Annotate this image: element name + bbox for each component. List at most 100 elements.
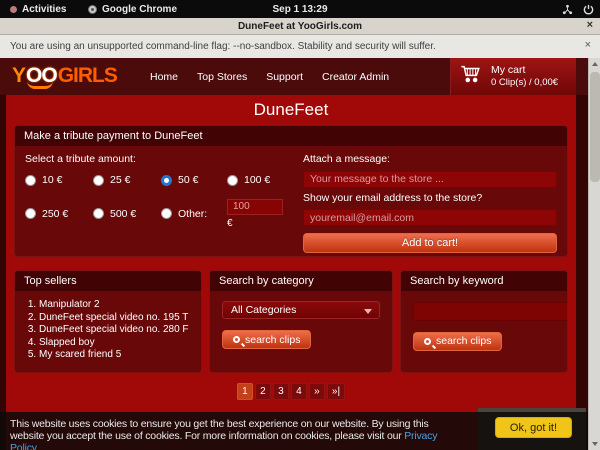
search-keyword-body: search clips bbox=[401, 291, 567, 351]
top-seller-item[interactable]: My scared friend 5 bbox=[39, 349, 197, 362]
logo-smile-icon bbox=[27, 81, 53, 89]
cookie-ok-button[interactable]: Ok, got it! bbox=[495, 417, 572, 438]
search-icon bbox=[233, 336, 240, 343]
radio-icon[interactable] bbox=[93, 175, 104, 186]
other-amount-input[interactable] bbox=[227, 199, 283, 215]
scrollbar[interactable] bbox=[588, 58, 600, 450]
category-select[interactable]: All Categories bbox=[222, 301, 380, 319]
infobar-close-icon[interactable]: × bbox=[585, 39, 591, 51]
top-seller-item[interactable]: DuneFeet special video no. 280 F bbox=[39, 324, 197, 337]
search-category-header: Search by category bbox=[210, 271, 392, 291]
app-menu-label: Google Chrome bbox=[102, 4, 177, 15]
tribute-panel-header: Make a tribute payment to DuneFeet bbox=[15, 126, 567, 146]
main-nav: Home Top Stores Support Creator Admin bbox=[150, 58, 389, 95]
cart-count: 0 Clip(s) / 0,00€ bbox=[491, 77, 558, 88]
radio-icon[interactable] bbox=[161, 175, 172, 186]
email-input[interactable] bbox=[303, 209, 557, 226]
radio-icon[interactable] bbox=[161, 208, 172, 219]
clock[interactable]: Sep 1 13:29 bbox=[272, 0, 327, 18]
add-to-cart-button[interactable]: Add to cart! bbox=[303, 233, 557, 253]
search-category-panel: Search by category All Categories search… bbox=[209, 270, 393, 373]
page-button-next[interactable]: » bbox=[309, 383, 325, 400]
site-header: Y OO GIRLS Home Top Stores Support Creat… bbox=[0, 58, 588, 95]
amount-options: 10 € 25 € 50 € 100 € 250 € 500 € Other: … bbox=[25, 174, 287, 229]
amount-label: Select a tribute amount: bbox=[25, 153, 287, 165]
radio-icon[interactable] bbox=[227, 175, 238, 186]
keyword-input[interactable] bbox=[413, 302, 568, 321]
cookie-consent-bar: This website uses cookies to ensure you … bbox=[0, 412, 588, 450]
other-amount-cell: € bbox=[227, 196, 287, 229]
amount-option-250[interactable]: 250 € bbox=[25, 199, 93, 229]
unsupported-flag-infobar: You are using an unsupported command-lin… bbox=[0, 35, 600, 58]
browser-viewport: Y OO GIRLS Home Top Stores Support Creat… bbox=[0, 58, 600, 450]
currency-label: € bbox=[227, 218, 287, 229]
radio-icon[interactable] bbox=[25, 175, 36, 186]
page-button-4[interactable]: 4 bbox=[291, 383, 307, 400]
power-icon[interactable] bbox=[583, 4, 594, 15]
tribute-panel-body: Select a tribute amount: 10 € 25 € 50 € … bbox=[15, 146, 567, 253]
top-sellers-panel: Top sellers Manipulator 2 DuneFeet speci… bbox=[14, 270, 202, 373]
radio-icon[interactable] bbox=[93, 208, 104, 219]
window-close-icon[interactable]: × bbox=[587, 19, 593, 31]
nav-item-creator-admin[interactable]: Creator Admin bbox=[322, 71, 389, 83]
top-seller-item[interactable]: DuneFeet special video no. 195 T bbox=[39, 312, 197, 325]
top-seller-item[interactable]: Slapped boy bbox=[39, 337, 197, 350]
amount-option-other[interactable]: Other: bbox=[161, 199, 227, 229]
window-titlebar[interactable]: DuneFeet at YooGirls.com × bbox=[0, 18, 600, 35]
site-logo[interactable]: Y OO GIRLS bbox=[12, 61, 117, 91]
logo-eyes: OO bbox=[25, 64, 58, 88]
network-icon[interactable] bbox=[562, 4, 573, 15]
page-title: DuneFeet bbox=[6, 95, 576, 125]
page-button-last[interactable]: »| bbox=[327, 383, 345, 400]
top-sellers-list: Manipulator 2 DuneFeet special video no.… bbox=[39, 299, 197, 362]
my-cart-button[interactable]: My cart 0 Clip(s) / 0,00€ bbox=[450, 58, 576, 95]
amount-option-25[interactable]: 25 € bbox=[93, 174, 161, 186]
screen: Activities Google Chrome Sep 1 13:29 Dun… bbox=[0, 0, 600, 450]
top-sellers-header: Top sellers bbox=[15, 271, 201, 291]
bottom-panels: Top sellers Manipulator 2 DuneFeet speci… bbox=[14, 270, 568, 373]
app-menu[interactable]: Google Chrome bbox=[88, 0, 177, 18]
warning-text: You are using an unsupported command-lin… bbox=[10, 41, 436, 52]
amount-option-500[interactable]: 500 € bbox=[93, 199, 161, 229]
pagination: 1 2 3 4 » »| bbox=[6, 383, 576, 400]
clock-label: Sep 1 13:29 bbox=[272, 4, 327, 15]
window-title: DuneFeet at YooGirls.com bbox=[238, 21, 362, 32]
nav-item-home[interactable]: Home bbox=[150, 71, 178, 83]
radio-icon[interactable] bbox=[25, 208, 36, 219]
search-keyword-panel: Search by keyword search clips bbox=[400, 270, 568, 373]
page-button-1[interactable]: 1 bbox=[237, 383, 253, 400]
amount-column: Select a tribute amount: 10 € 25 € 50 € … bbox=[25, 153, 287, 253]
category-select-value: All Categories bbox=[231, 304, 296, 316]
scrollbar-thumb[interactable] bbox=[590, 72, 600, 182]
message-input[interactable] bbox=[303, 171, 557, 188]
cart-summary: My cart 0 Clip(s) / 0,00€ bbox=[491, 64, 558, 89]
system-tray bbox=[562, 0, 594, 18]
amount-option-10[interactable]: 10 € bbox=[25, 174, 93, 186]
message-label: Attach a message: bbox=[303, 153, 557, 165]
cookie-text: This website uses cookies to ensure you … bbox=[10, 418, 429, 442]
nav-item-top-stores[interactable]: Top Stores bbox=[197, 71, 247, 83]
page-button-3[interactable]: 3 bbox=[273, 383, 289, 400]
top-seller-item[interactable]: Manipulator 2 bbox=[39, 299, 197, 312]
logo-text: Y bbox=[12, 64, 25, 88]
nav-item-support[interactable]: Support bbox=[266, 71, 303, 83]
scrollbar-up-arrow[interactable] bbox=[589, 58, 600, 70]
search-category-body: All Categories search clips bbox=[210, 291, 392, 349]
chevron-down-icon bbox=[364, 309, 372, 314]
cart-icon bbox=[459, 63, 483, 90]
activities-button[interactable]: Activities bbox=[10, 0, 66, 18]
chrome-icon bbox=[88, 5, 97, 14]
message-column: Attach a message: Show your email addres… bbox=[303, 153, 557, 253]
activities-label: Activities bbox=[22, 4, 66, 15]
scrollbar-down-arrow[interactable] bbox=[589, 438, 600, 450]
tribute-panel: Make a tribute payment to DuneFeet Selec… bbox=[14, 125, 568, 257]
search-clips-keyword-button[interactable]: search clips bbox=[413, 332, 502, 351]
search-clips-category-button[interactable]: search clips bbox=[222, 330, 311, 349]
amount-option-50[interactable]: 50 € bbox=[161, 174, 227, 186]
gnome-top-bar: Activities Google Chrome Sep 1 13:29 bbox=[0, 0, 600, 18]
activities-indicator-icon bbox=[10, 6, 17, 13]
logo-text-2: GIRLS bbox=[58, 64, 117, 88]
email-label: Show your email address to the store? bbox=[303, 192, 557, 204]
amount-option-100[interactable]: 100 € bbox=[227, 174, 287, 186]
page-button-2[interactable]: 2 bbox=[255, 383, 271, 400]
